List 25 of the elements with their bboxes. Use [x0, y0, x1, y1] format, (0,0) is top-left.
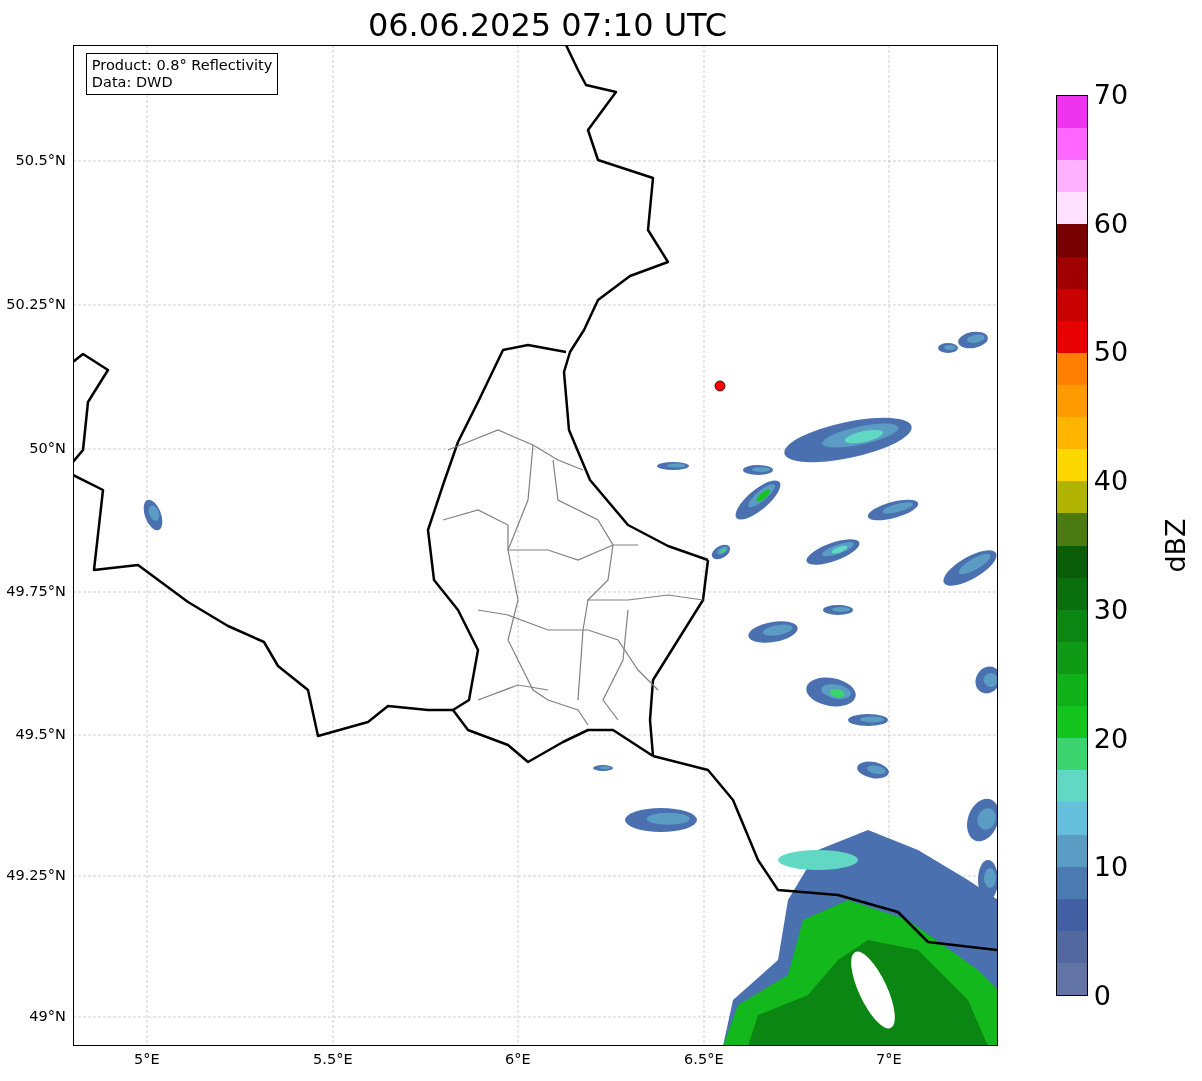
- axis-tick-label: 49.25°N: [6, 867, 66, 883]
- axis-tick-label: 5.5°E: [313, 1051, 353, 1067]
- colorbar-tick-label: 30: [1093, 594, 1129, 625]
- colorbar-tick-label: 10: [1093, 852, 1129, 883]
- colorbar-tick-label: 0: [1093, 981, 1111, 1011]
- colorbar-tick-label: 50: [1093, 337, 1129, 368]
- colorbar-tick-label: 60: [1093, 208, 1129, 239]
- colorbar-tick-label: 70: [1093, 80, 1129, 110]
- radar-site-marker: [714, 380, 726, 392]
- axis-tick-label: 50°N: [29, 440, 66, 456]
- colorbar-tick-label: 40: [1093, 466, 1129, 497]
- colorbar-tick-label: 20: [1093, 723, 1129, 754]
- axis-tick-label: 49.5°N: [15, 726, 66, 742]
- axis-tick-label: 50.5°N: [15, 152, 66, 168]
- axis-tick-label: 6.5°E: [684, 1051, 724, 1067]
- legend-text: Data: DWD: [91, 74, 174, 91]
- axis-tick-label: 6°E: [505, 1051, 531, 1067]
- axis-tick-label: 5°E: [134, 1051, 160, 1067]
- axis-tick-label: 49°N: [29, 1008, 66, 1024]
- chart-title: 06.06.2025 07:10 UTC: [367, 5, 728, 45]
- axis-tick-label: 50.25°N: [6, 296, 66, 312]
- axis-tick-label: 7°E: [876, 1051, 902, 1067]
- colorbar-label: dBZ: [1159, 518, 1191, 573]
- legend-text: Product: 0.8° Reflectivity: [91, 57, 273, 74]
- axis-tick-label: 49.75°N: [6, 583, 66, 599]
